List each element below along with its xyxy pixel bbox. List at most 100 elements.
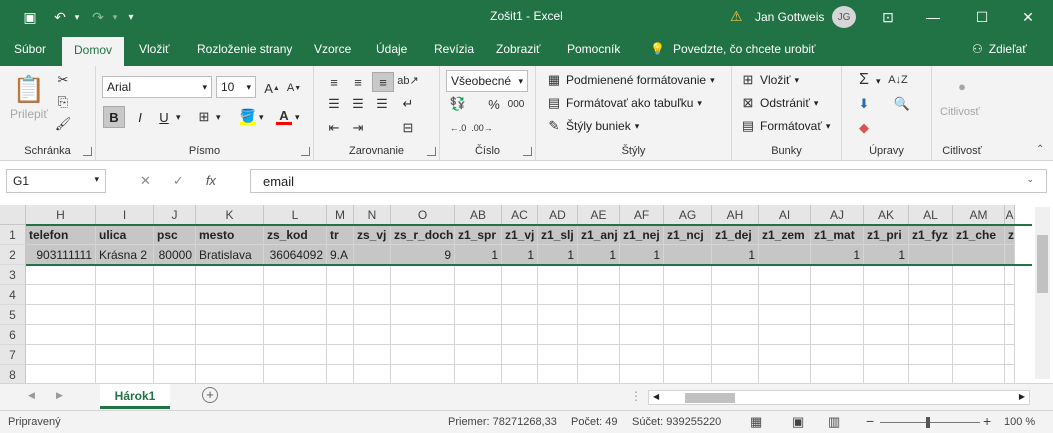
- percent-icon[interactable]: %: [486, 96, 502, 112]
- table-cell[interactable]: [327, 325, 354, 345]
- table-cell[interactable]: [864, 345, 909, 365]
- minimize-button[interactable]: —: [913, 4, 953, 30]
- table-cell[interactable]: [327, 345, 354, 365]
- table-cell[interactable]: [759, 285, 811, 305]
- table-cell[interactable]: [620, 345, 664, 365]
- table-cell[interactable]: [1005, 285, 1015, 305]
- sheet-tab-harok1[interactable]: Hárok1: [100, 384, 170, 409]
- table-cell[interactable]: [712, 345, 759, 365]
- table-cell[interactable]: [759, 245, 811, 265]
- table-cell[interactable]: [811, 285, 864, 305]
- table-cell[interactable]: [953, 265, 1005, 285]
- align-center-icon[interactable]: ☰: [350, 96, 366, 112]
- align-bottom-icon[interactable]: ≡: [372, 72, 394, 92]
- table-cell[interactable]: [327, 265, 354, 285]
- underline-button[interactable]: U: [153, 106, 175, 128]
- table-cell[interactable]: zs_r_doch: [391, 225, 455, 245]
- normal-view-icon[interactable]: ▦: [750, 414, 762, 430]
- italic-button[interactable]: I: [129, 106, 151, 128]
- table-cell[interactable]: [620, 265, 664, 285]
- table-cell[interactable]: [909, 325, 953, 345]
- alignment-launcher-icon[interactable]: [427, 147, 436, 156]
- increase-indent-icon[interactable]: ⇥: [350, 120, 366, 136]
- column-header[interactable]: K: [196, 205, 264, 225]
- tab-file[interactable]: Súbor: [14, 42, 46, 56]
- table-cell[interactable]: [154, 325, 196, 345]
- table-cell[interactable]: [1005, 365, 1015, 383]
- tab-insert[interactable]: Vložiť: [139, 42, 170, 56]
- decrease-indent-icon[interactable]: ⇤: [326, 120, 342, 136]
- table-cell[interactable]: [391, 265, 455, 285]
- tab-formulas[interactable]: Vzorce: [314, 42, 351, 56]
- merge-center-icon[interactable]: ⊟: [400, 120, 416, 136]
- table-cell[interactable]: [620, 285, 664, 305]
- table-cell[interactable]: [664, 365, 712, 383]
- format-painter-icon[interactable]: 🖌: [55, 116, 72, 132]
- conditional-formatting-button[interactable]: ▦ Podmienené formátovanie ▾: [546, 72, 715, 88]
- table-cell[interactable]: [909, 305, 953, 325]
- column-header[interactable]: AE: [578, 205, 620, 225]
- column-header[interactable]: A: [1005, 205, 1015, 225]
- table-cell[interactable]: [264, 365, 327, 383]
- formula-input[interactable]: email ⌄: [250, 169, 1047, 193]
- column-header[interactable]: AH: [712, 205, 759, 225]
- font-color-icon[interactable]: A: [276, 108, 292, 125]
- table-cell[interactable]: [759, 325, 811, 345]
- table-cell[interactable]: [538, 285, 578, 305]
- table-cell[interactable]: [664, 245, 712, 265]
- table-cell[interactable]: [391, 325, 455, 345]
- table-cell[interactable]: z: [1005, 225, 1015, 245]
- tab-page-layout[interactable]: Rozloženie strany: [197, 42, 292, 56]
- align-top-icon[interactable]: ≡: [326, 74, 342, 90]
- table-cell[interactable]: [578, 305, 620, 325]
- table-cell[interactable]: [455, 325, 502, 345]
- table-cell[interactable]: [154, 345, 196, 365]
- table-cell[interactable]: [196, 285, 264, 305]
- table-cell[interactable]: [391, 365, 455, 383]
- table-cell[interactable]: [909, 365, 953, 383]
- autosum-dropdown-icon[interactable]: ▾: [876, 76, 881, 87]
- table-cell[interactable]: [811, 305, 864, 325]
- column-header[interactable]: AK: [864, 205, 909, 225]
- table-cell[interactable]: [1005, 345, 1015, 365]
- increase-decimal-icon[interactable]: ←.0: [450, 120, 467, 136]
- table-cell[interactable]: [26, 345, 96, 365]
- font-color-dropdown-icon[interactable]: ▾: [295, 112, 300, 123]
- scroll-right-icon[interactable]: ▶: [56, 390, 63, 401]
- table-cell[interactable]: z1_che: [953, 225, 1005, 245]
- table-cell[interactable]: 1: [538, 245, 578, 265]
- clipboard-launcher-icon[interactable]: [83, 147, 92, 156]
- number-launcher-icon[interactable]: [523, 147, 532, 156]
- table-cell[interactable]: [953, 325, 1005, 345]
- column-header[interactable]: AJ: [811, 205, 864, 225]
- table-cell[interactable]: [96, 365, 154, 383]
- zoom-slider-thumb[interactable]: [926, 417, 930, 428]
- table-cell[interactable]: 1: [811, 245, 864, 265]
- font-launcher-icon[interactable]: [301, 147, 310, 156]
- table-cell[interactable]: [909, 345, 953, 365]
- redo-dropdown-icon[interactable]: ▾: [110, 8, 120, 26]
- table-cell[interactable]: zs_kod: [264, 225, 327, 245]
- table-cell[interactable]: [712, 365, 759, 383]
- share-button[interactable]: ⚇ Zdieľať: [972, 42, 1027, 56]
- table-cell[interactable]: [196, 365, 264, 383]
- table-cell[interactable]: [811, 345, 864, 365]
- column-header[interactable]: I: [96, 205, 154, 225]
- table-cell[interactable]: [759, 365, 811, 383]
- borders-icon[interactable]: ⊞: [196, 109, 212, 125]
- table-cell[interactable]: [953, 285, 1005, 305]
- cut-icon[interactable]: ✂: [55, 72, 71, 88]
- table-cell[interactable]: [620, 325, 664, 345]
- table-cell[interactable]: [26, 305, 96, 325]
- table-cell[interactable]: [26, 285, 96, 305]
- table-cell[interactable]: [538, 305, 578, 325]
- table-cell[interactable]: [953, 305, 1005, 325]
- table-cell[interactable]: [264, 345, 327, 365]
- bold-button[interactable]: B: [103, 106, 125, 128]
- table-cell[interactable]: 1: [455, 245, 502, 265]
- table-cell[interactable]: [578, 365, 620, 383]
- table-cell[interactable]: [538, 365, 578, 383]
- table-cell[interactable]: z1_spr: [455, 225, 502, 245]
- column-header[interactable]: N: [354, 205, 391, 225]
- table-cell[interactable]: [620, 305, 664, 325]
